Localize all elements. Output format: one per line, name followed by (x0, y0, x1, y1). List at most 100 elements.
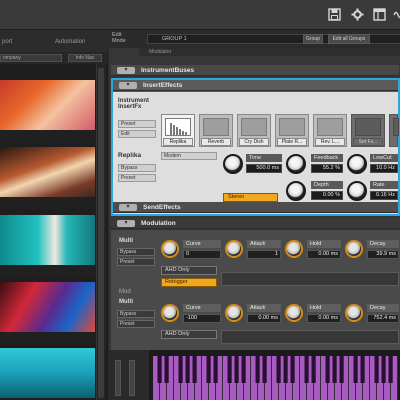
fx-bypass-button[interactable]: Bypass (118, 164, 156, 172)
fx-slot-4[interactable]: Plate R... (275, 114, 309, 147)
library-thumbnail-4[interactable] (0, 282, 95, 332)
fx-preset-dropdown[interactable]: Preset (118, 174, 156, 182)
browser-scrollbar-thumb[interactable] (98, 68, 104, 398)
mod-row-1-decay-knob[interactable] (345, 240, 363, 258)
insert-effects-header[interactable]: ▾ InsertEffects (113, 80, 398, 91)
mode-dropdown[interactable]: Modern (161, 152, 217, 160)
black-key[interactable] (311, 356, 316, 383)
chevron-down-icon[interactable]: ▾ (117, 220, 135, 227)
feedback-value[interactable]: 55.2 % (311, 164, 343, 173)
preset-dropdown[interactable]: Preset (118, 120, 156, 128)
retrigger-button[interactable]: Retrigger (161, 278, 217, 287)
black-key[interactable] (325, 356, 330, 383)
instrument-buses-section[interactable]: ▾ InstrumentBuses (111, 65, 399, 76)
library-thumbnail-3[interactable] (0, 215, 95, 265)
chevron-down-icon[interactable]: ▾ (117, 67, 135, 74)
black-key[interactable] (262, 356, 267, 383)
browser-scrollbar[interactable] (96, 64, 106, 400)
black-key[interactable] (304, 356, 309, 383)
stereo-button[interactable]: Stereo (223, 193, 278, 202)
fx-slot-7[interactable] (389, 114, 399, 147)
black-key[interactable] (157, 356, 162, 383)
wave-icon[interactable] (393, 8, 400, 23)
mod-row-2-preset[interactable]: Preset (117, 320, 155, 328)
send-effects-section[interactable]: ▾ SendEffects (113, 202, 398, 213)
layout-icon[interactable] (372, 8, 387, 23)
feedback-knob[interactable] (286, 154, 306, 174)
modulation-section[interactable]: ▾ Modulation (111, 218, 400, 229)
chevron-down-icon[interactable]: ▾ (119, 204, 137, 211)
mod-row-2-decay-knob[interactable] (345, 304, 363, 322)
mod-row-2-ahd-only-button[interactable]: AHD Only (161, 330, 217, 339)
black-key[interactable] (255, 356, 260, 383)
black-key[interactable] (164, 356, 169, 383)
black-key[interactable] (192, 356, 197, 383)
black-key[interactable] (290, 356, 295, 383)
black-key[interactable] (213, 356, 218, 383)
black-key[interactable] (185, 356, 190, 383)
fx-slot-5[interactable]: Rev. L... (313, 114, 347, 147)
mod-row-2-curve-value[interactable]: -100 (183, 314, 221, 323)
mod-row-2-hold-value[interactable]: 0.00 ms (307, 314, 341, 323)
black-key[interactable] (374, 356, 379, 383)
lowcut-value[interactable]: 10.0 Hz (370, 164, 398, 173)
black-key[interactable] (339, 356, 344, 383)
save-icon[interactable] (327, 8, 342, 23)
black-key[interactable] (283, 356, 288, 383)
browser-tab-automation[interactable]: Automation (55, 39, 85, 45)
mod-row-1-decay-value[interactable]: 39.9 ms (367, 250, 399, 259)
company-dropdown[interactable]: ompany (0, 54, 62, 62)
mod-row-1-attack-value[interactable]: 1 (247, 250, 281, 259)
fx-slot-1[interactable]: Replika (161, 114, 195, 147)
black-key[interactable] (241, 356, 246, 383)
mod-wheel[interactable] (129, 360, 135, 396)
time-value[interactable]: 500.0 ms (246, 164, 282, 173)
rate-value[interactable]: 0.16 Hz (370, 191, 398, 200)
edit-dropdown[interactable]: Edit (118, 130, 156, 138)
mod-row-2-curve-knob[interactable] (161, 304, 179, 322)
group-button[interactable]: Group (303, 34, 323, 44)
black-key[interactable] (353, 356, 358, 383)
black-key[interactable] (227, 356, 232, 383)
black-key[interactable] (332, 356, 337, 383)
mod-row-1-hold-knob[interactable] (285, 240, 303, 258)
mod-row-1-ahd-only-button[interactable]: AHD Only (161, 266, 217, 275)
black-key[interactable] (206, 356, 211, 383)
mod-row-2-decay-value[interactable]: 752.4 ms (367, 314, 399, 323)
black-key[interactable] (178, 356, 183, 383)
edit-all-groups-button[interactable]: Edit all Groups (328, 34, 370, 44)
mod-row-1-curve-knob[interactable] (161, 240, 179, 258)
mod-row-1-track[interactable] (221, 272, 399, 286)
mod-row-2-hold-knob[interactable] (285, 304, 303, 322)
chevron-down-icon[interactable]: ▾ (119, 82, 137, 89)
mod-row-2-attack-value[interactable]: 0.00 ms (247, 314, 281, 323)
fx-slot-2[interactable]: Reverb (199, 114, 233, 147)
pitch-wheel[interactable] (115, 360, 121, 396)
mod-row-1-curve-value[interactable]: 0 (183, 250, 221, 259)
rate-knob[interactable] (347, 181, 367, 201)
mod-row-1-preset[interactable]: Preset (117, 258, 155, 266)
piano-keyboard[interactable] (153, 356, 398, 400)
mod-row-2-track[interactable] (221, 330, 399, 344)
black-key[interactable] (360, 356, 365, 383)
time-knob[interactable] (223, 154, 243, 174)
info-nav-button[interactable]: Info Nav (68, 54, 102, 62)
black-key[interactable] (276, 356, 281, 383)
library-thumbnail-1[interactable] (0, 80, 95, 130)
black-key[interactable] (388, 356, 393, 383)
insert-effects-bar[interactable]: ▾ InsertEffects (113, 80, 398, 92)
library-thumbnail-5[interactable] (0, 348, 95, 398)
mod-row-2-attack-knob[interactable] (225, 304, 243, 322)
fx-slot-6[interactable]: Set Fx... (351, 114, 385, 147)
mod-row-1-attack-knob[interactable] (225, 240, 243, 258)
modulation-header[interactable]: ▾ Modulation (111, 218, 400, 230)
browser-tab-import[interactable]: port (2, 39, 12, 45)
mod-row-1-hold-value[interactable]: 0.00 ms (307, 250, 341, 259)
library-thumbnail-2[interactable] (0, 147, 95, 197)
lowcut-knob[interactable] (347, 154, 367, 174)
black-key[interactable] (381, 356, 386, 383)
gear-icon[interactable] (350, 8, 365, 23)
depth-value[interactable]: 0.00 % (311, 191, 343, 200)
black-key[interactable] (234, 356, 239, 383)
mod-row-2-bypass[interactable]: Bypass (117, 310, 155, 318)
